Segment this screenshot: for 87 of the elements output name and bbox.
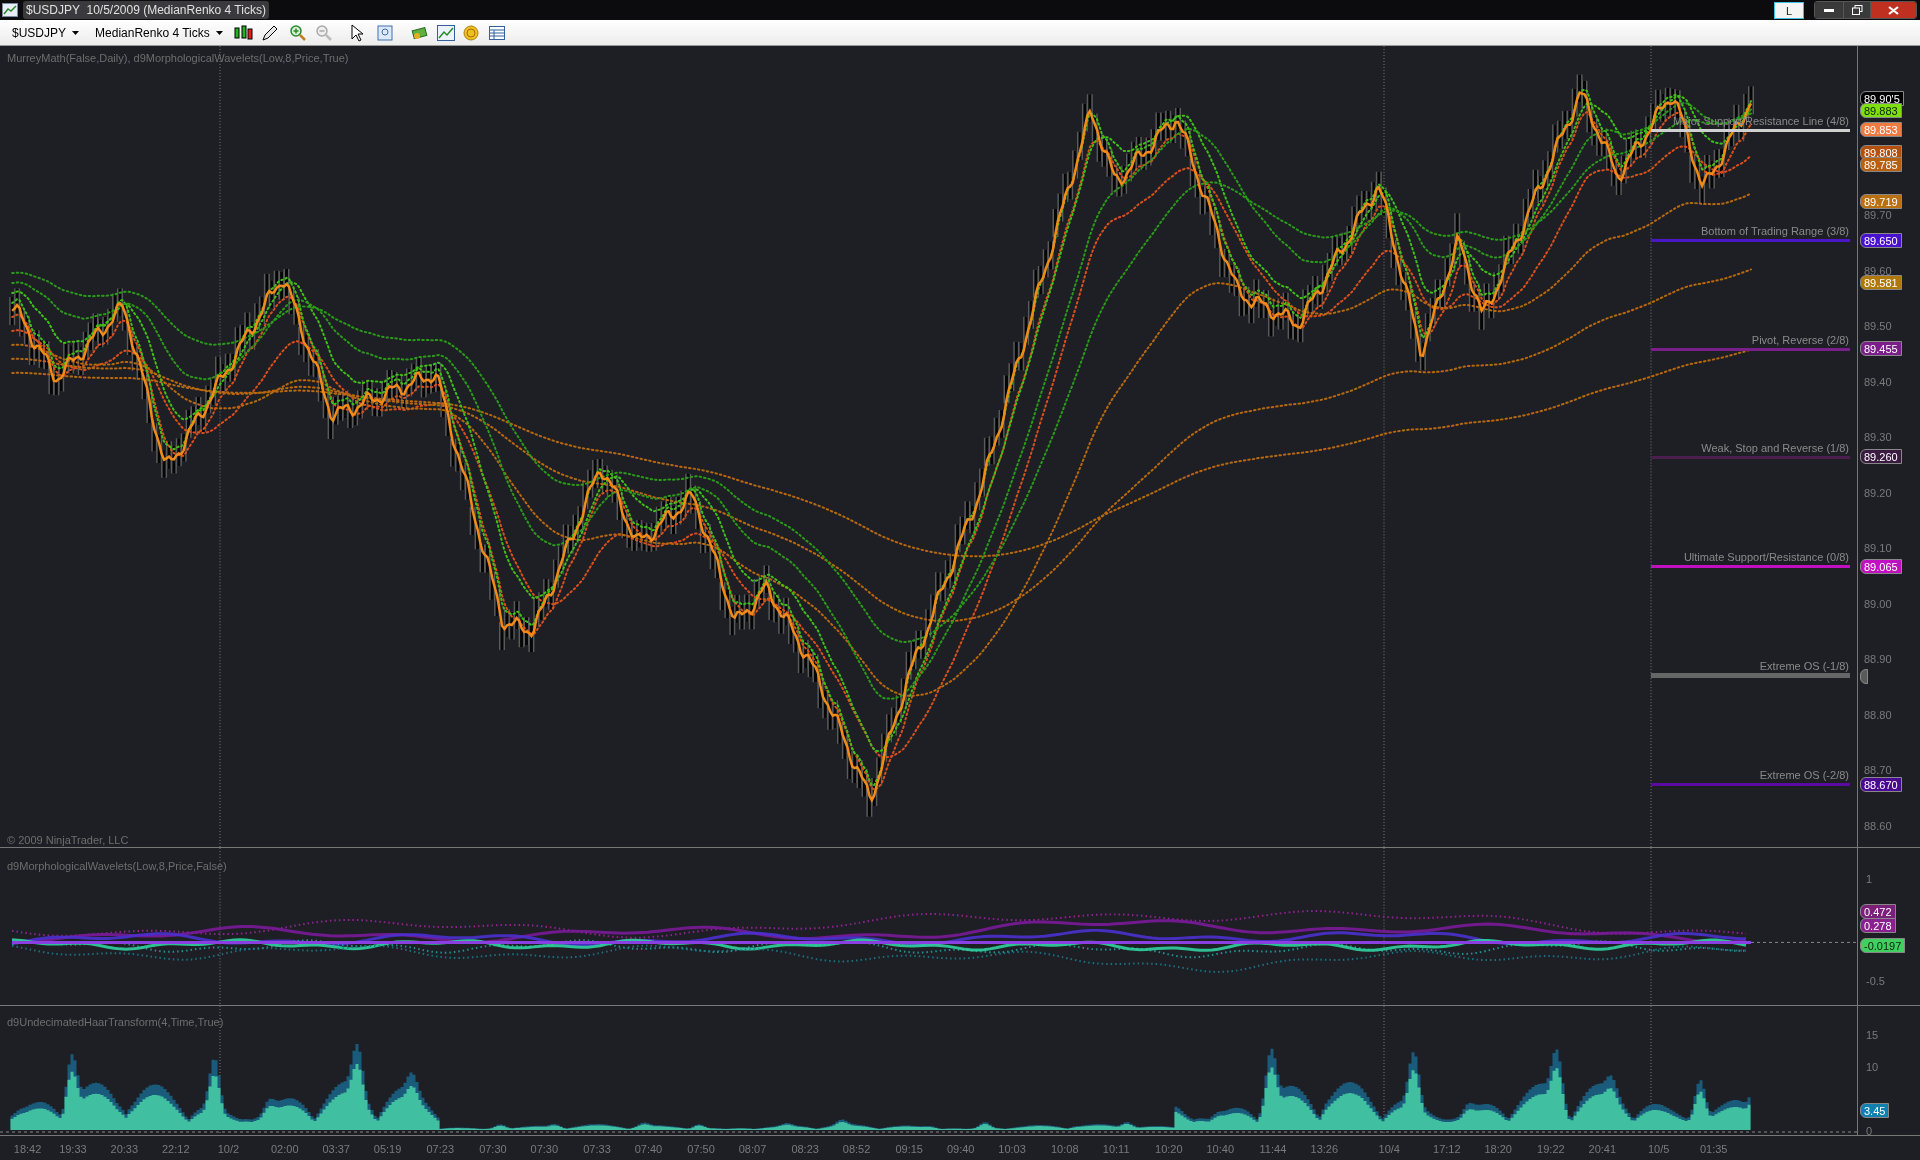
level-label: Pivot, Reverse (2/8) [1751, 333, 1849, 348]
time-axis-label: 10/2 [217, 1142, 240, 1157]
price-marker: 89.455 [1860, 340, 1902, 356]
level-label: Bottom of Trading Range (3/8) [1701, 224, 1849, 239]
axis-tick-label: 89.20 [1864, 485, 1892, 501]
level-label: Ultimate Support/Resistance (0/8) [1683, 550, 1849, 565]
time-axis-label: 18:42 [13, 1142, 42, 1157]
time-axis-label: 13:26 [1310, 1142, 1339, 1157]
axis-tick-label: 89.00 [1864, 596, 1892, 612]
time-axis-label: 07:30 [479, 1142, 507, 1157]
price-marker: 0.278 [1860, 918, 1896, 933]
candlestick-icon[interactable] [232, 23, 255, 42]
time-axis-label: 07:50 [687, 1142, 715, 1157]
axis-tick-label: 88.80 [1864, 707, 1892, 723]
time-axis-label: 22:12 [162, 1142, 190, 1157]
time-axis-label: 07:40 [634, 1142, 663, 1157]
level-label: Weak, Stop and Reverse (1/8) [1701, 441, 1849, 456]
time-axis-label: 10:08 [1050, 1142, 1079, 1157]
time-axis-label: 10:40 [1206, 1142, 1234, 1157]
time-axis-label: 09:40 [946, 1142, 975, 1157]
window-title: $USDJPY 10/5/2009 (MedianRenko 4 Ticks) [23, 1, 269, 19]
price-marker: 89.883 [1860, 103, 1902, 119]
time-axis-label: 10/5 [1647, 1142, 1670, 1157]
axis-tick-label: 88.90 [1864, 652, 1892, 667]
price-marker: 89.260 [1860, 448, 1902, 464]
axis-tick-label: 88.60 [1864, 818, 1892, 834]
time-axis-label: 07:23 [426, 1142, 454, 1157]
instrument-dropdown[interactable]: $USDJPY [6, 23, 86, 42]
time-axis-label: 20:33 [110, 1142, 139, 1157]
copyright-text: © 2009 NinjaTrader, LLC [7, 833, 129, 848]
close-icon [1888, 5, 1899, 15]
minimize-icon [1824, 8, 1834, 12]
price-marker: 89.650 [1860, 233, 1902, 248]
level-label: Extreme OS (-2/8) [1759, 768, 1849, 783]
price-marker: -0.0197 [1860, 938, 1906, 953]
time-axis-label: 08:52 [842, 1142, 871, 1157]
bar-type-dropdown[interactable]: MedianRenko 4 Ticks [91, 23, 227, 42]
indicator-label: d9MorphologicalWavelets(Low,8,Price,False) [7, 859, 227, 874]
axis-tick-label: 15 [1866, 1028, 1879, 1043]
time-axis-label: 19:33 [59, 1142, 87, 1157]
indicator-label: d9UndecimatedHaarTransform(4,Time,True) [7, 1015, 224, 1030]
price-marker: 89.065 [1860, 558, 1902, 574]
price-marker: 89.719 [1860, 193, 1902, 209]
price-marker: 88.670 [1860, 776, 1902, 792]
time-axis-label: 08:07 [738, 1142, 767, 1157]
time-axis-label: 10:03 [998, 1142, 1026, 1157]
time-axis-label: 03:37 [322, 1142, 350, 1157]
axis-tick-label: 89.30 [1864, 430, 1892, 445]
time-axis-label: 10/4 [1378, 1142, 1400, 1157]
time-axis-label: 10:11 [1102, 1142, 1130, 1157]
minimize-button[interactable] [1815, 2, 1843, 18]
price-marker: 89.785 [1860, 157, 1902, 173]
time-axis-label: 02:00 [270, 1142, 299, 1157]
time-axis-label: 09:15 [895, 1142, 923, 1157]
time-axis-label: 01:35 [1699, 1142, 1728, 1157]
chart-icon[interactable] [436, 23, 457, 42]
time-axis-label: 05:19 [373, 1142, 402, 1157]
restore-button[interactable] [1843, 2, 1870, 18]
axis-tick-label: 89.70 [1864, 208, 1892, 223]
price-marker: 89.853 [1860, 121, 1902, 137]
price-marker: 3.45 [1860, 1103, 1890, 1118]
indicator-label: MurreyMath(False,Daily), d9MorphologicalWavelets(Low,8,Price,True) [7, 51, 349, 66]
close-button[interactable] [1870, 2, 1916, 18]
time-axis-label: 08:23 [791, 1142, 819, 1157]
chart-app-icon [2, 3, 18, 17]
time-axis-label: 10:20 [1155, 1142, 1183, 1157]
time-axis-label: 18:20 [1484, 1142, 1512, 1157]
axis-tick-label: 1 [1866, 872, 1873, 887]
restore-icon [1851, 5, 1863, 15]
time-axis-label: 07:33 [583, 1142, 611, 1157]
language-button[interactable]: L [1774, 1, 1804, 19]
level-label: Extreme OS (-1/8) [1759, 659, 1849, 674]
time-axis-label: 17:12 [1433, 1142, 1461, 1157]
caret-icon [215, 30, 223, 35]
time-axis-label: 07:30 [530, 1142, 559, 1157]
caret-icon [72, 30, 80, 35]
axis-tick-label: 88.70 [1864, 763, 1892, 778]
axis-tick-label: 89.50 [1864, 319, 1892, 334]
axis-tick-label: -0.5 [1866, 974, 1885, 989]
axis-tick-label: 0 [1866, 1124, 1873, 1139]
axis-tick-label: 89.40 [1864, 374, 1892, 390]
time-axis-label: 20:41 [1588, 1142, 1617, 1157]
axis-tick-label: 10 [1866, 1060, 1879, 1075]
time-axis-label: 19:22 [1537, 1142, 1565, 1157]
price-marker: 89.581 [1860, 274, 1902, 290]
time-axis-label: 11:44 [1259, 1142, 1287, 1157]
axis-tick-label: 89.10 [1864, 541, 1892, 556]
